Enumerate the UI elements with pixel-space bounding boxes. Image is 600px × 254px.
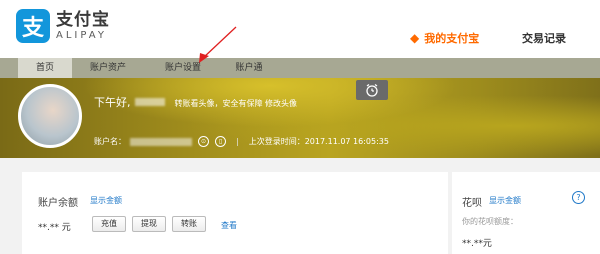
red-arrow-annotation <box>199 26 237 63</box>
